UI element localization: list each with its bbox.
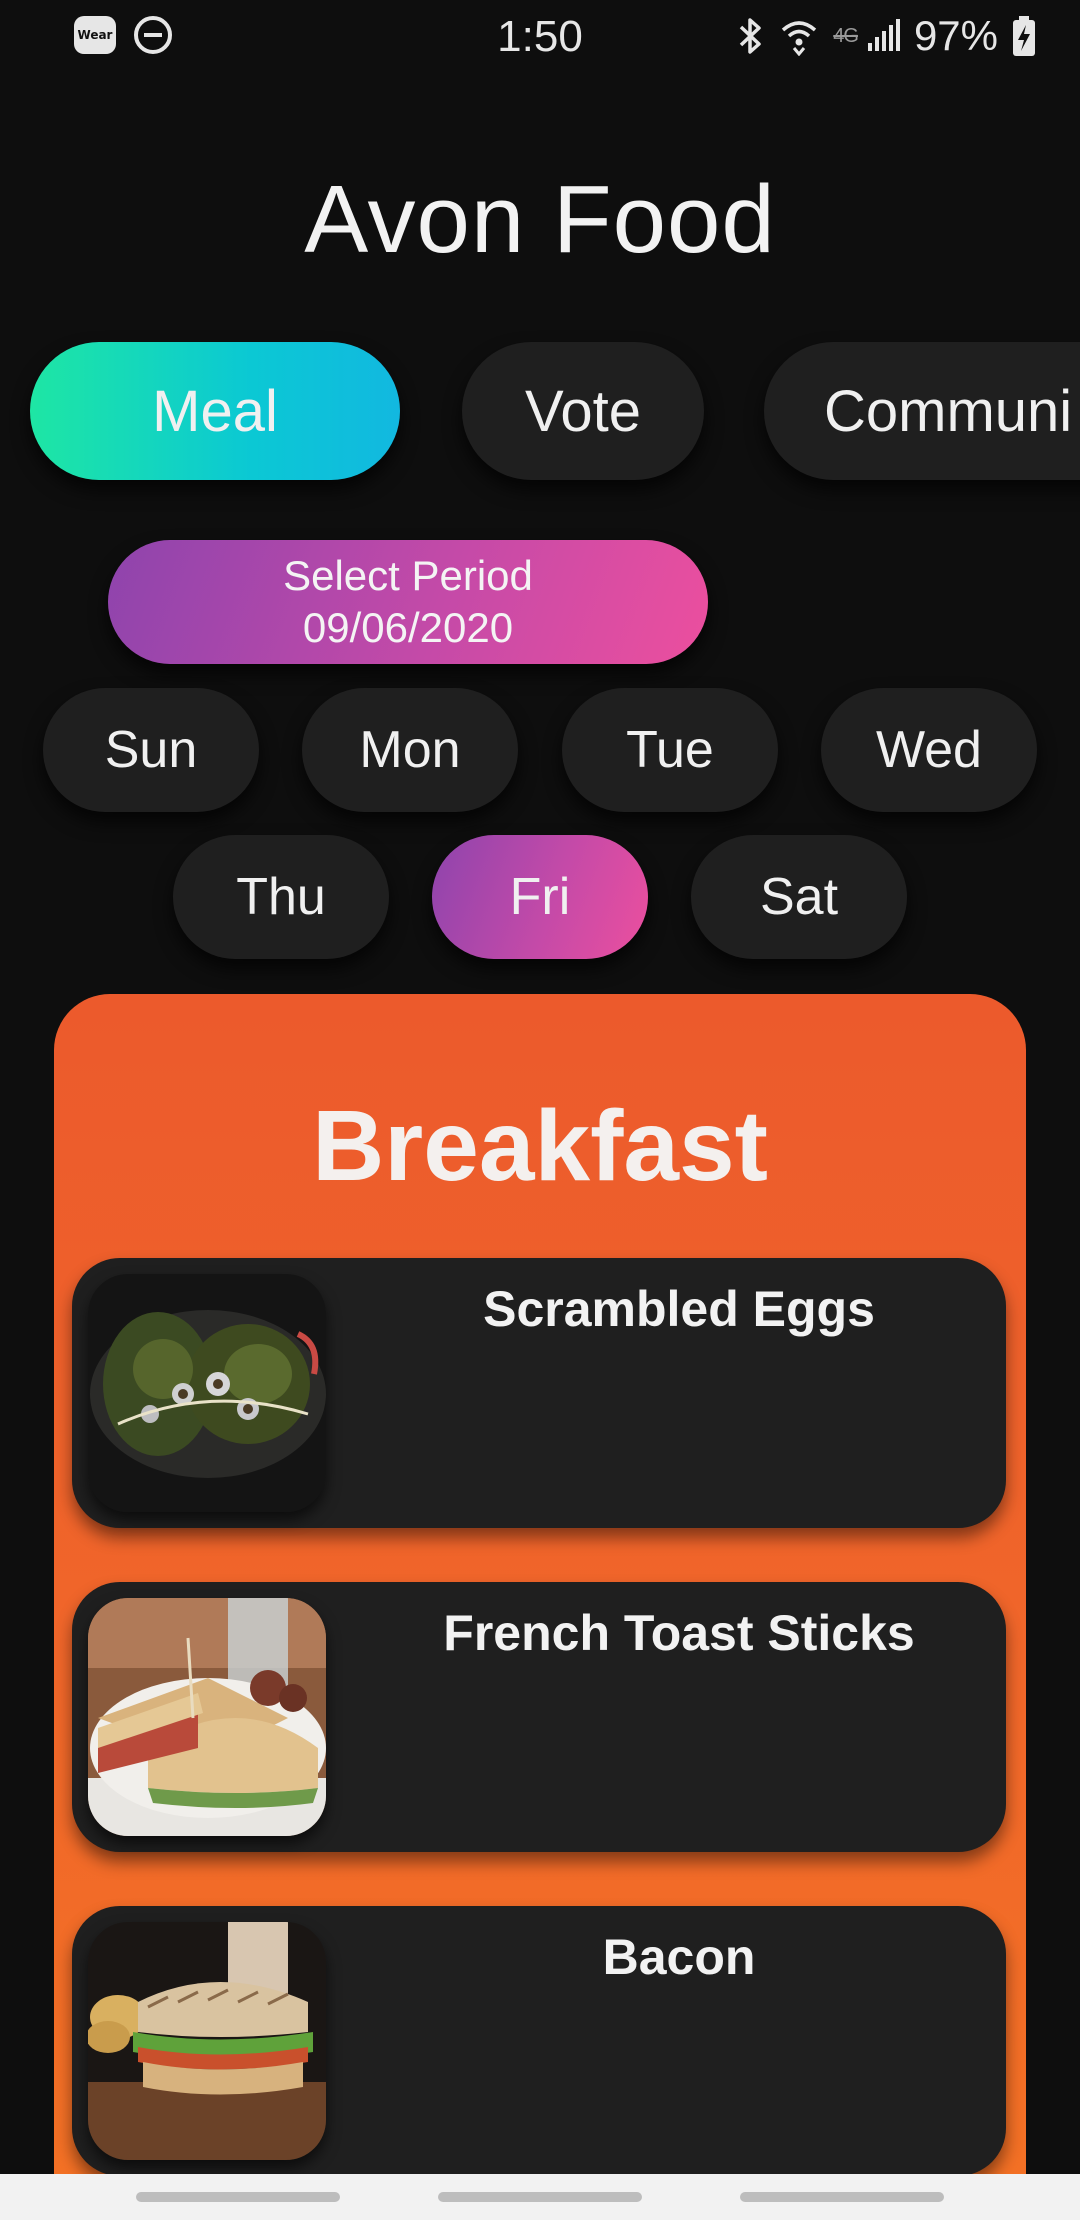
day-label: Mon	[359, 721, 461, 779]
day-tue[interactable]: Tue	[562, 688, 778, 812]
food-item[interactable]: Scrambled Eggs	[72, 1258, 1006, 1528]
nav-recent-apps[interactable]	[136, 2192, 340, 2202]
tab-vote-label: Vote	[524, 378, 642, 444]
network-type: 4G	[833, 24, 859, 47]
tab-vote[interactable]: Vote	[462, 342, 704, 480]
tab-community[interactable]: Communi	[764, 342, 1080, 480]
day-label: Sat	[759, 868, 839, 926]
tab-community-label: Communi	[824, 378, 1073, 444]
meal-heading: Breakfast	[312, 1090, 768, 1202]
meal-card-breakfast: Breakfast Scrambled Eggs French Toast St…	[54, 994, 1026, 2220]
food-image	[88, 1598, 326, 1836]
day-label: Wed	[876, 721, 982, 779]
tab-meal[interactable]: Meal	[30, 342, 400, 480]
day-label: Sun	[104, 721, 198, 779]
battery-charging-icon	[1012, 16, 1036, 56]
food-image	[88, 1922, 326, 2160]
day-sun[interactable]: Sun	[43, 688, 259, 812]
status-bar: Wear 1:50 4G 97%	[0, 0, 1080, 72]
status-right: 4G 97%	[735, 12, 1036, 60]
navigation-bar	[0, 2174, 1080, 2220]
wifi-icon	[779, 16, 819, 56]
food-name: French Toast Sticks	[443, 1605, 915, 1661]
day-label: Thu	[236, 868, 326, 926]
food-name: Scrambled Eggs	[483, 1281, 875, 1337]
food-item[interactable]: Bacon	[72, 1906, 1006, 2176]
bluetooth-icon	[735, 16, 765, 56]
signal-icon	[866, 19, 900, 53]
nav-back[interactable]	[740, 2192, 944, 2202]
tab-bar: Meal Vote Communi	[0, 342, 1080, 480]
food-item[interactable]: French Toast Sticks	[72, 1582, 1006, 1852]
battery-percentage: 97%	[913, 12, 998, 59]
app-screen: Wear 1:50 4G 97% Avon Food Meal Vote Com…	[0, 0, 1080, 2220]
nav-home[interactable]	[438, 2192, 642, 2202]
select-period-date: 09/06/2020	[302, 604, 514, 651]
day-wed[interactable]: Wed	[821, 688, 1037, 812]
select-period-label: Select Period	[283, 552, 533, 599]
day-label: Fri	[509, 868, 571, 926]
food-image	[88, 1274, 326, 1512]
tab-meal-label: Meal	[152, 378, 278, 444]
food-name: Bacon	[602, 1929, 756, 1985]
select-period-button[interactable]: Select Period 09/06/2020	[108, 540, 708, 664]
day-mon[interactable]: Mon	[302, 688, 518, 812]
day-sat[interactable]: Sat	[691, 835, 907, 959]
day-label: Tue	[626, 721, 714, 779]
app-title: Avon Food	[304, 166, 776, 273]
day-thu[interactable]: Thu	[173, 835, 389, 959]
day-fri[interactable]: Fri	[432, 835, 648, 959]
